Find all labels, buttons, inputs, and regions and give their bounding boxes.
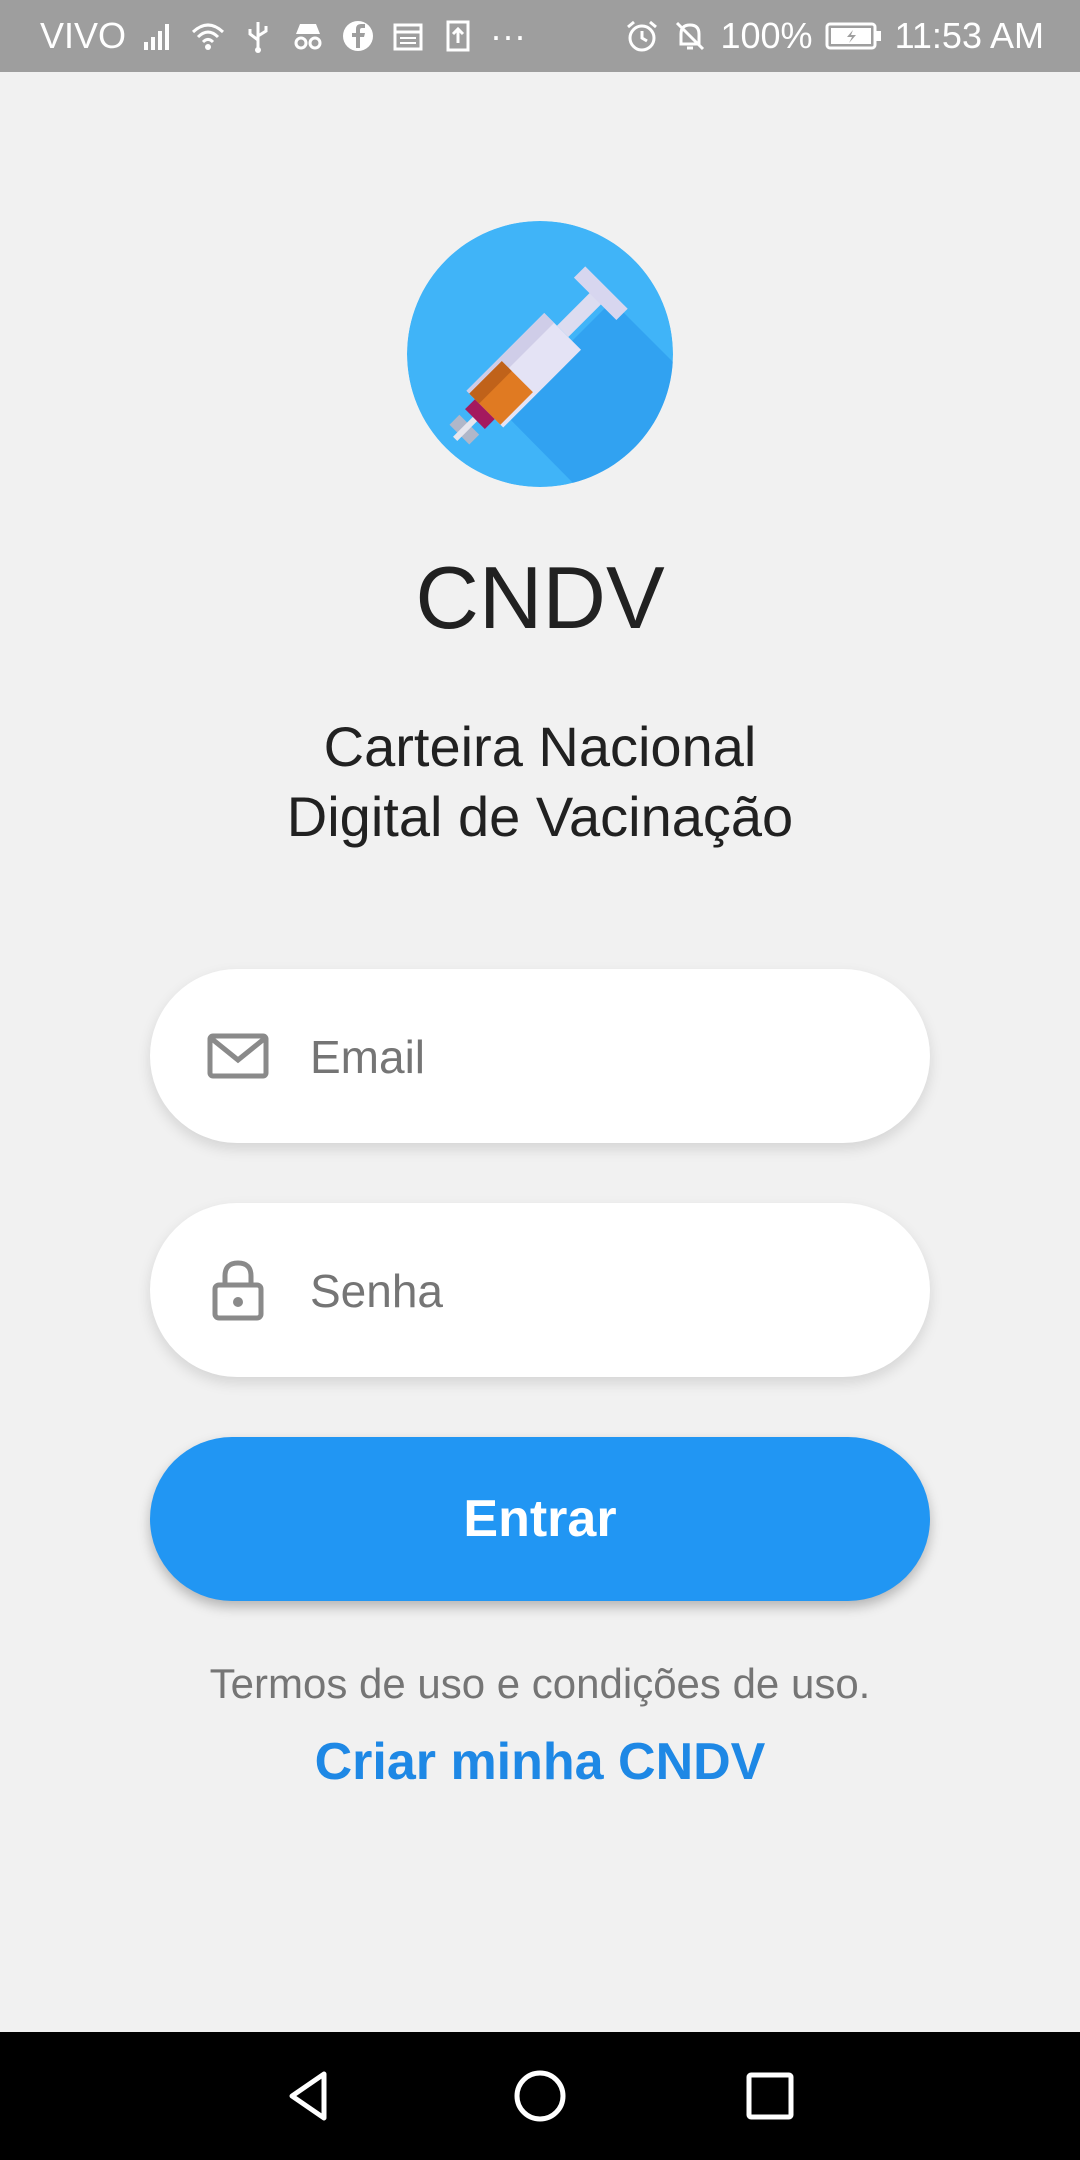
more-icon: ··· [490,15,526,56]
home-button[interactable] [480,2032,600,2160]
clock: 11:53 AM [894,15,1044,56]
password-field[interactable] [150,1203,930,1379]
password-input[interactable] [308,1203,892,1379]
battery-percent: 100% [720,15,813,56]
app-title: CNDV [415,548,665,647]
navigation-bar [0,2032,1080,2160]
recents-icon [746,2072,794,2120]
recents-button[interactable] [710,2032,830,2160]
email-field[interactable] [150,969,930,1145]
terms-link[interactable]: Termos de uso e condições de uso. [0,1660,1080,1708]
login-button[interactable]: Entrar [150,1437,930,1601]
signal-icon [144,24,170,50]
status-left: VIVO ··· [40,0,526,72]
back-button[interactable] [250,2032,370,2160]
lock-icon [212,1260,264,1321]
mail-icon [207,1033,269,1079]
status-bar: VIVO ··· 100% 11:53 AM [0,0,1080,72]
app-subtitle: Carteira Nacional Digital de Vacinação [0,712,1080,852]
email-input[interactable] [308,969,892,1145]
incognito-icon [294,24,322,50]
mute-icon [676,21,705,51]
status-right: 100% 11:53 AM [624,0,1044,72]
wifi-icon [192,23,225,50]
back-icon [289,2071,327,2121]
calendar-icon [393,23,423,51]
usb-icon [248,22,268,53]
upload-icon [446,20,470,52]
home-icon [514,2070,566,2122]
subtitle-line-2: Digital de Vacinação [286,785,794,848]
syringe-icon [407,221,673,487]
app-logo [407,221,673,487]
battery-icon [825,22,881,50]
facebook-icon [343,21,374,51]
subtitle-line-1: Carteira Nacional [323,715,757,778]
create-account-link[interactable]: Criar minha CNDV [0,1732,1080,1792]
alarm-icon [627,20,658,52]
carrier-label: VIVO [40,15,127,56]
